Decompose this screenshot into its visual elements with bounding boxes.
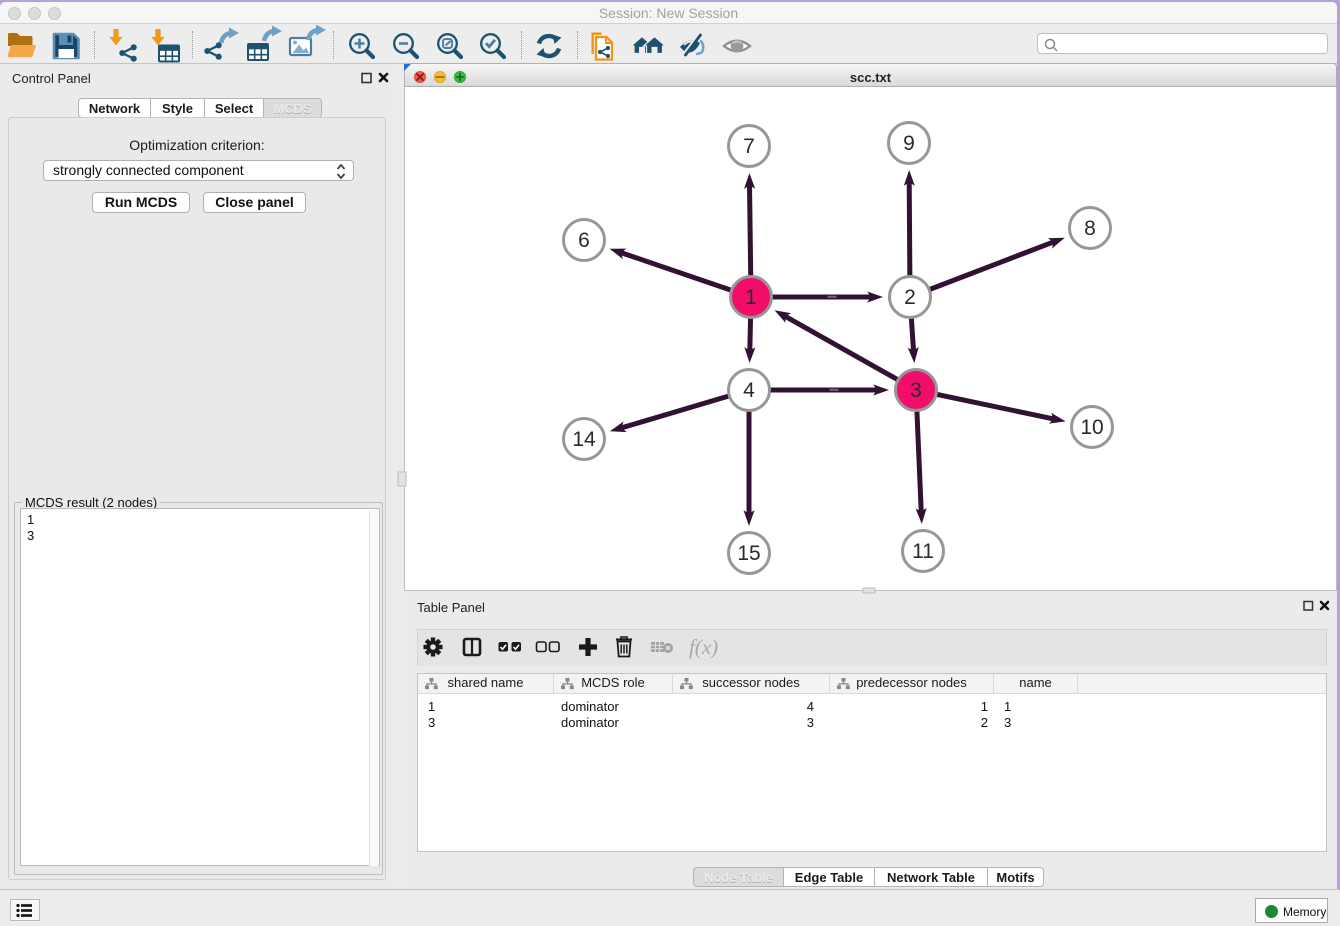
svg-text:3: 3	[910, 379, 922, 402]
svg-text:2: 2	[904, 286, 916, 309]
svg-text:14: 14	[572, 428, 596, 451]
svg-text:1: 1	[745, 286, 757, 309]
svg-text:7: 7	[743, 135, 755, 158]
svg-text:6: 6	[578, 229, 590, 252]
svg-text:9: 9	[903, 132, 915, 155]
svg-text:8: 8	[1084, 217, 1096, 240]
svg-text:15: 15	[737, 542, 760, 565]
svg-text:10: 10	[1080, 416, 1103, 439]
svg-text:11: 11	[912, 540, 934, 563]
svg-text:4: 4	[743, 379, 755, 402]
